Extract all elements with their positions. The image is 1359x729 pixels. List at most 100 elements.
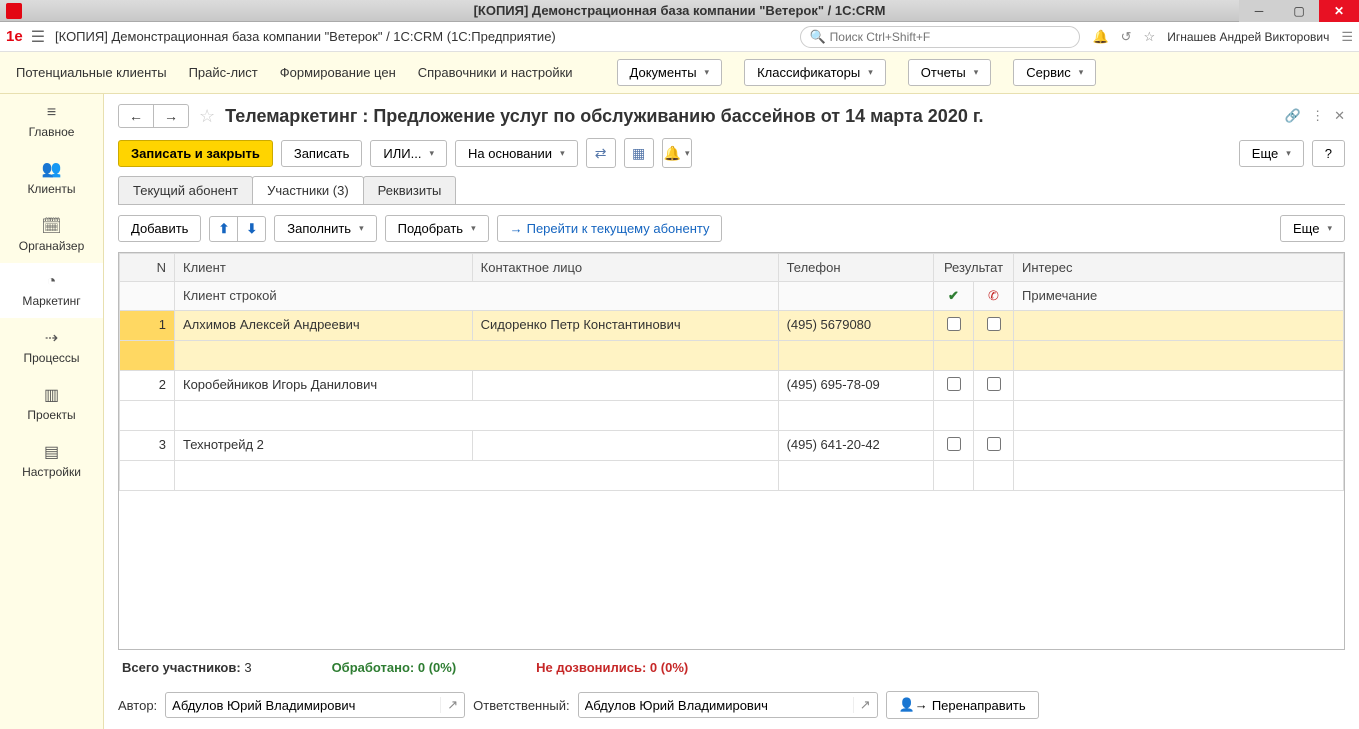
table-row[interactable]: 3Технотрейд 2(495) 641-20-42 <box>120 431 1344 461</box>
sidebar-item-clients[interactable]: 👥Клиенты <box>0 149 103 206</box>
menu-settings[interactable]: Справочники и настройки <box>418 65 573 80</box>
help-button[interactable]: ? <box>1312 140 1345 167</box>
window-titlebar: [КОПИЯ] Демонстрационная база компании "… <box>0 0 1359 22</box>
favorite-icon[interactable]: ☆ <box>199 106 215 127</box>
result-success-checkbox[interactable] <box>947 317 961 331</box>
window-title: [КОПИЯ] Демонстрационная база компании "… <box>0 3 1359 18</box>
save-close-button[interactable]: Записать и закрыть <box>118 140 273 167</box>
nav-buttons: ← → <box>118 104 189 128</box>
main-icon: ≡ <box>4 104 99 122</box>
author-input-group[interactable]: ↗ <box>165 692 465 718</box>
col-client[interactable]: Клиент <box>175 254 473 282</box>
sidebar-item-organizer[interactable]: 🗓Органайзер <box>0 206 103 263</box>
result-noreach-checkbox[interactable] <box>987 377 1001 391</box>
result-success-checkbox[interactable] <box>947 437 961 451</box>
move-up-button[interactable]: ⬆ <box>210 217 238 241</box>
main-menu: Потенциальные клиенты Прайс-лист Формиро… <box>0 52 1359 94</box>
col-contact[interactable]: Контактное лицо <box>472 254 778 282</box>
menu-pricing[interactable]: Формирование цен <box>280 65 396 80</box>
processes-icon: ⇢ <box>4 328 99 348</box>
hamburger-icon[interactable]: ☰ <box>31 27 45 47</box>
stats-bar: Всего участников: 3 Обработано: 0 (0%) Н… <box>118 650 1345 685</box>
total-label: Всего участников: <box>122 660 241 675</box>
link-icon[interactable]: 🔗 <box>1285 108 1301 124</box>
content-area: ← → ☆ Телемаркетинг : Предложение услуг … <box>104 94 1359 729</box>
menu-classifiers-button[interactable]: Классификаторы <box>744 59 886 86</box>
logo-icon: 1e <box>6 28 23 45</box>
col-result[interactable]: Результат <box>934 254 1014 282</box>
more-menu-icon[interactable]: ⋮ <box>1311 108 1324 124</box>
based-on-button[interactable]: На основании <box>455 140 578 167</box>
result-noreach-checkbox[interactable] <box>987 437 1001 451</box>
col-interest[interactable]: Интерес <box>1014 254 1344 282</box>
result-success-icon: ✔ <box>934 282 974 311</box>
menu-documents-button[interactable]: Документы <box>617 59 723 86</box>
sidebar-item-main[interactable]: ≡Главное <box>0 94 103 149</box>
sidebar-item-marketing[interactable]: ◔Маркетинг <box>0 263 103 318</box>
col-n[interactable]: N <box>120 254 175 282</box>
result-success-checkbox[interactable] <box>947 377 961 391</box>
table-row-note[interactable] <box>120 461 1344 491</box>
col-note[interactable]: Примечание <box>1014 282 1344 311</box>
sidebar-item-label: Органайзер <box>19 239 85 253</box>
sub-toolbar: Добавить ⬆ ⬇ Заполнить Подобрать → Перей… <box>118 205 1345 252</box>
sidebar-item-projects[interactable]: ▥ Проекты <box>0 375 103 432</box>
menu-service-button[interactable]: Сервис <box>1013 59 1096 86</box>
tab-participants[interactable]: Участники (3) <box>252 176 364 204</box>
user-name[interactable]: Игнашев Андрей Викторович <box>1167 30 1329 44</box>
history-icon[interactable]: ↺ <box>1121 29 1132 45</box>
redirect-button[interactable]: 👤→ Перенаправить <box>886 691 1039 719</box>
search-box[interactable]: 🔍 <box>800 26 1080 48</box>
pick-button[interactable]: Подобрать <box>385 215 489 242</box>
responsible-input-group[interactable]: ↗ <box>578 692 878 718</box>
sidebar-item-label: Настройки <box>22 465 81 479</box>
save-button[interactable]: Записать <box>281 140 363 167</box>
table-more-button[interactable]: Еще <box>1280 215 1345 242</box>
tab-details[interactable]: Реквизиты <box>363 176 457 204</box>
clients-icon: 👥 <box>4 159 99 179</box>
bell-icon[interactable]: 🔔 <box>1092 29 1108 45</box>
move-down-button[interactable]: ⬇ <box>238 217 265 241</box>
responsible-picker-icon[interactable]: ↗ <box>853 697 877 713</box>
responsible-label: Ответственный: <box>473 698 569 713</box>
app-bar: 1e ☰ [КОПИЯ] Демонстрационная база компа… <box>0 22 1359 52</box>
fill-button[interactable]: Заполнить <box>274 215 376 242</box>
col-client-string[interactable]: Клиент строкой <box>175 282 779 311</box>
tab-current-subscriber[interactable]: Текущий абонент <box>118 176 253 204</box>
table-row-note[interactable] <box>120 401 1344 431</box>
menu-reports-button[interactable]: Отчеты <box>908 59 991 86</box>
sidebar-item-label: Проекты <box>27 408 75 422</box>
author-picker-icon[interactable]: ↗ <box>440 697 464 713</box>
add-button[interactable]: Добавить <box>118 215 201 242</box>
list-icon[interactable]: ▦ <box>624 138 654 168</box>
more-button[interactable]: Еще <box>1239 140 1304 167</box>
table-row-note[interactable] <box>120 341 1344 371</box>
author-input[interactable] <box>166 698 440 713</box>
table-row[interactable]: 2Коробейников Игорь Данилович(495) 695-7… <box>120 371 1344 401</box>
marketing-icon: ◔ <box>4 273 99 291</box>
processed-value: 0 (0%) <box>418 660 456 675</box>
close-page-icon[interactable]: ✕ <box>1334 108 1345 124</box>
goto-current-button[interactable]: → Перейти к текущему абоненту <box>497 215 723 242</box>
nav-back-button[interactable]: ← <box>119 105 154 127</box>
star-icon[interactable]: ☆ <box>1144 29 1156 45</box>
author-label: Автор: <box>118 698 157 713</box>
bell-dropdown-icon[interactable]: 🔔 <box>662 138 692 168</box>
settings-icon: ▤ <box>4 442 99 462</box>
noreach-value: 0 (0%) <box>650 660 688 675</box>
projects-icon: ▥ <box>4 385 99 405</box>
col-phone[interactable]: Телефон <box>778 254 933 282</box>
sidebar-item-processes[interactable]: ⇢Процессы <box>0 318 103 375</box>
result-noreach-checkbox[interactable] <box>987 317 1001 331</box>
table-row[interactable]: 1Алхимов Алексей АндреевичСидоренко Петр… <box>120 311 1344 341</box>
menu-potential-clients[interactable]: Потенциальные клиенты <box>16 65 167 80</box>
processed-label: Обработано: <box>332 660 415 675</box>
responsible-input[interactable] <box>579 698 853 713</box>
or-button[interactable]: ИЛИ... <box>370 140 447 167</box>
sidebar-item-settings[interactable]: ▤ Настройки <box>0 432 103 489</box>
schema-icon[interactable]: ⇄ <box>586 138 616 168</box>
menu-price-list[interactable]: Прайс-лист <box>189 65 258 80</box>
nav-forward-button[interactable]: → <box>154 105 188 127</box>
search-input[interactable] <box>830 30 1072 44</box>
user-menu-icon[interactable]: ☰ <box>1341 29 1353 45</box>
